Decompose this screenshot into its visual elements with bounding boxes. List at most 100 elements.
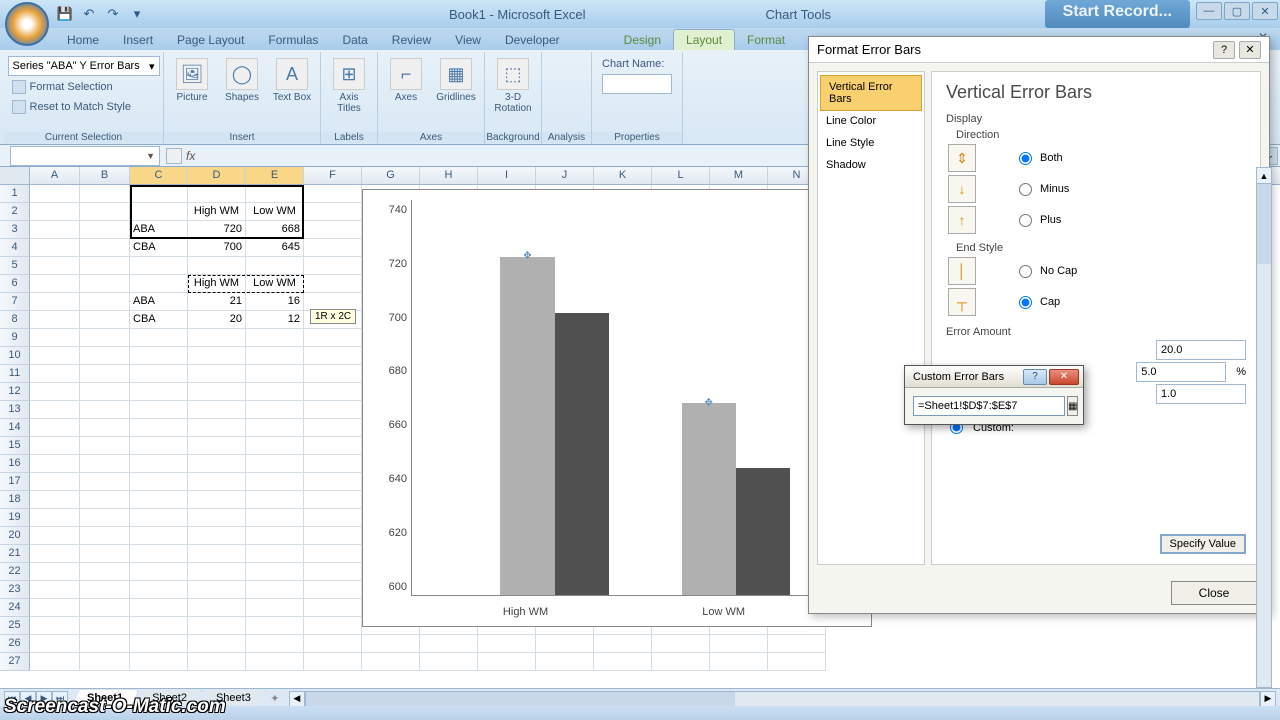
cell[interactable] <box>536 653 594 671</box>
cell[interactable] <box>188 599 246 617</box>
cell[interactable] <box>188 437 246 455</box>
cell[interactable] <box>304 581 362 599</box>
cell[interactable] <box>304 401 362 419</box>
cell[interactable] <box>30 491 80 509</box>
col-header-a[interactable]: A <box>30 167 80 184</box>
cell[interactable] <box>188 491 246 509</box>
cell[interactable] <box>130 185 188 203</box>
cell[interactable] <box>30 563 80 581</box>
cell[interactable] <box>246 527 304 545</box>
cell[interactable] <box>246 401 304 419</box>
cell[interactable] <box>188 347 246 365</box>
cell[interactable] <box>304 527 362 545</box>
bar-aba-highwm[interactable] <box>500 257 554 596</box>
cell[interactable] <box>246 545 304 563</box>
cell[interactable] <box>130 563 188 581</box>
cell[interactable] <box>30 383 80 401</box>
cell[interactable] <box>130 419 188 437</box>
nav-line-color[interactable]: Line Color <box>818 110 924 132</box>
cell[interactable] <box>246 491 304 509</box>
cell[interactable] <box>30 347 80 365</box>
cell[interactable] <box>246 473 304 491</box>
cell[interactable] <box>80 347 130 365</box>
redo-icon[interactable]: ↷ <box>103 4 123 24</box>
mini-dialog-help-button[interactable]: ? <box>1023 369 1047 385</box>
cell[interactable] <box>30 473 80 491</box>
cell[interactable] <box>594 635 652 653</box>
cell[interactable] <box>536 635 594 653</box>
cell[interactable] <box>80 563 130 581</box>
row-header[interactable]: 9 <box>0 329 30 347</box>
cell[interactable] <box>478 653 536 671</box>
cell[interactable] <box>478 635 536 653</box>
cell[interactable] <box>80 185 130 203</box>
col-header-l[interactable]: L <box>652 167 710 184</box>
row-header[interactable]: 8 <box>0 311 30 329</box>
cell[interactable] <box>80 437 130 455</box>
row-header[interactable]: 27 <box>0 653 30 671</box>
endstyle-cap-radio[interactable] <box>1019 296 1032 309</box>
percentage-input[interactable] <box>1136 362 1226 382</box>
cell[interactable] <box>130 473 188 491</box>
row-header[interactable]: 2 <box>0 203 30 221</box>
chart-plot-area[interactable]: ✥ ✥ <box>411 200 865 596</box>
row-header[interactable]: 5 <box>0 257 30 275</box>
cell[interactable]: CBA <box>130 239 188 257</box>
tab-view[interactable]: View <box>443 30 493 50</box>
cell[interactable]: High WM <box>188 275 246 293</box>
cell[interactable] <box>246 509 304 527</box>
row-header[interactable]: 18 <box>0 491 30 509</box>
scroll-up-button[interactable]: ▲ <box>1257 168 1271 184</box>
col-header-d[interactable]: D <box>188 167 246 184</box>
cell[interactable]: ABA <box>130 221 188 239</box>
cell[interactable] <box>130 401 188 419</box>
cell[interactable] <box>188 185 246 203</box>
hscroll-thumb[interactable] <box>306 692 735 706</box>
cell[interactable] <box>30 527 80 545</box>
cell[interactable] <box>710 635 768 653</box>
cell[interactable] <box>188 455 246 473</box>
cell[interactable] <box>188 329 246 347</box>
cell[interactable] <box>130 347 188 365</box>
cell[interactable] <box>246 383 304 401</box>
cell[interactable] <box>304 185 362 203</box>
cell[interactable] <box>188 617 246 635</box>
cell[interactable] <box>80 329 130 347</box>
cell[interactable] <box>246 365 304 383</box>
cell[interactable] <box>188 635 246 653</box>
row-header[interactable]: 12 <box>0 383 30 401</box>
cell[interactable] <box>30 185 80 203</box>
office-button[interactable] <box>5 2 49 46</box>
cell[interactable]: ABA <box>130 293 188 311</box>
cell[interactable] <box>304 509 362 527</box>
axis-titles-button[interactable]: ⊞Axis Titles <box>327 58 371 114</box>
cell[interactable] <box>304 239 362 257</box>
row-header[interactable]: 17 <box>0 473 30 491</box>
row-header[interactable]: 23 <box>0 581 30 599</box>
cell[interactable] <box>304 455 362 473</box>
error-bar-marker[interactable]: ✥ <box>705 398 713 409</box>
hscroll-right-button[interactable]: ▶ <box>1260 691 1276 707</box>
cell[interactable] <box>188 419 246 437</box>
row-header[interactable]: 16 <box>0 455 30 473</box>
cell[interactable] <box>304 203 362 221</box>
cell[interactable] <box>80 617 130 635</box>
cell[interactable] <box>130 491 188 509</box>
range-formula-input[interactable] <box>913 396 1065 416</box>
cell[interactable] <box>30 203 80 221</box>
fixed-value-input[interactable] <box>1156 340 1246 360</box>
direction-minus-radio[interactable] <box>1019 183 1032 196</box>
bar-cba-highwm[interactable] <box>555 313 609 595</box>
cell[interactable] <box>130 437 188 455</box>
cell[interactable] <box>246 347 304 365</box>
col-header-k[interactable]: K <box>594 167 652 184</box>
cell[interactable] <box>188 383 246 401</box>
tab-insert[interactable]: Insert <box>111 30 165 50</box>
cell[interactable] <box>80 509 130 527</box>
cell[interactable] <box>188 527 246 545</box>
cell[interactable]: 645 <box>246 239 304 257</box>
cell[interactable] <box>80 419 130 437</box>
row-header[interactable]: 25 <box>0 617 30 635</box>
cell[interactable] <box>246 257 304 275</box>
shapes-button[interactable]: ◯Shapes <box>220 58 264 103</box>
